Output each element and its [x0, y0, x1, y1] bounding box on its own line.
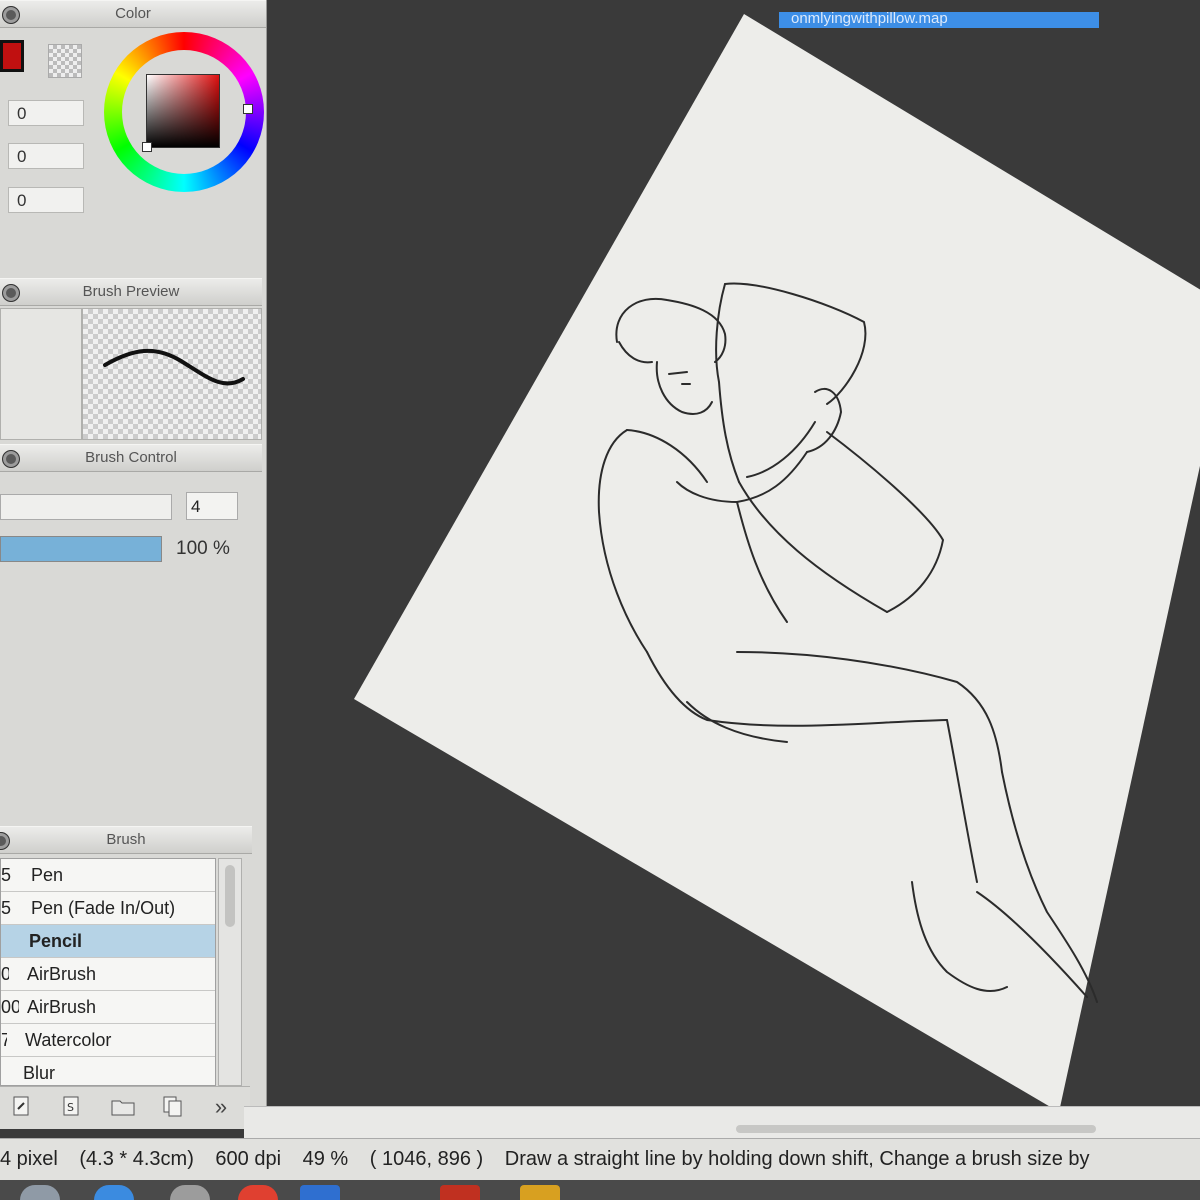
brush-item-pen-fade[interactable]: 5 Pen (Fade In/Out): [1, 892, 215, 925]
chrome-dock-icon[interactable]: [238, 1185, 278, 1200]
brush-size-slider[interactable]: [0, 494, 172, 520]
brush-toolbar: S »: [0, 1086, 250, 1129]
paper-canvas: [354, 14, 1200, 1112]
drawing-canvas[interactable]: [267, 12, 1200, 1138]
brush-item-label: Pencil: [29, 931, 83, 951]
sv-marker[interactable]: [142, 142, 152, 152]
app-dock-icon[interactable]: [170, 1185, 210, 1200]
color-panel-header: Color: [0, 0, 266, 28]
saturation-value-square[interactable]: [146, 74, 220, 148]
finder-dock-icon[interactable]: [20, 1185, 60, 1200]
brush-item-label: Blur: [23, 1063, 56, 1083]
brush-size-input[interactable]: 4: [186, 492, 238, 520]
more-icon[interactable]: »: [210, 1095, 232, 1119]
panel-toggle-icon[interactable]: [2, 284, 20, 302]
brush-density-label: 100 %: [176, 538, 230, 559]
app-dock-icon-4[interactable]: [520, 1185, 560, 1200]
status-cursor-coords: ( 1046, 896 ): [369, 1148, 484, 1170]
safari-dock-icon[interactable]: [94, 1185, 134, 1200]
app-dock-icon-2[interactable]: [300, 1185, 340, 1200]
new-brush-icon[interactable]: [10, 1095, 32, 1119]
canvas-scroll-thumb[interactable]: [736, 1125, 1096, 1133]
brush-list: 5 Pen 5 Pen (Fade In/Out) Pencil 0 AirBr…: [0, 858, 216, 1086]
brush-control-title: Brush Control: [85, 449, 177, 466]
status-zoom: 49 %: [302, 1148, 349, 1170]
brush-list-scroll-thumb[interactable]: [225, 865, 235, 927]
brush-item-size: 00: [1, 997, 19, 1017]
brush-item-label: Pen (Fade In/Out): [31, 898, 176, 918]
special-brush-icon[interactable]: S: [60, 1095, 82, 1119]
canvas-horizontal-scrollbar[interactable]: [244, 1106, 1200, 1139]
foreground-color-swatch[interactable]: [0, 40, 24, 72]
status-brush-size: 4 pixel: [0, 1148, 58, 1170]
brush-item-pencil[interactable]: Pencil: [1, 925, 215, 958]
brush-panel-title: Brush: [106, 831, 146, 848]
color-value-input-2[interactable]: 0: [8, 143, 84, 169]
document-tab[interactable]: onmlyingwithpillow.map: [779, 12, 1099, 28]
brush-density-slider[interactable]: [0, 536, 162, 562]
brush-preview-header: Brush Preview: [0, 278, 262, 306]
panel-toggle-icon[interactable]: [2, 6, 20, 24]
brush-control-header: Brush Control: [0, 444, 262, 472]
brush-dot-preview: [0, 308, 82, 440]
brush-item-airbrush-2[interactable]: 00 AirBrush: [1, 991, 215, 1024]
brush-item-watercolor[interactable]: 7 Watercolor: [1, 1024, 215, 1057]
brush-preview-title: Brush Preview: [82, 283, 180, 300]
brush-item-size: 5: [1, 898, 12, 918]
color-value-input-1[interactable]: 0: [8, 100, 84, 126]
dock: [0, 1180, 1200, 1200]
density-fill: [1, 537, 161, 561]
brush-item-size: 0: [1, 958, 9, 990]
brush-item-label: AirBrush: [27, 997, 97, 1017]
left-panel: Color 0 0 0 Brush Preview Brush Control …: [0, 0, 267, 1129]
svg-text:S: S: [67, 1101, 74, 1114]
panel-toggle-icon[interactable]: [0, 832, 10, 850]
folder-icon[interactable]: [110, 1095, 136, 1119]
brush-item-pen[interactable]: 5 Pen: [1, 859, 215, 892]
brush-item-label: AirBrush: [27, 964, 97, 984]
copy-icon[interactable]: [162, 1095, 184, 1119]
status-dimensions: (4.3 * 4.3cm): [79, 1148, 194, 1170]
app-dock-icon-3[interactable]: [440, 1185, 480, 1200]
brush-stroke-icon: [103, 348, 245, 386]
brush-item-size: 7: [1, 1024, 7, 1056]
brush-item-size: 5: [1, 865, 12, 885]
panel-toggle-icon[interactable]: [2, 450, 20, 468]
hue-marker[interactable]: [243, 104, 253, 114]
color-value-input-3[interactable]: 0: [8, 187, 84, 213]
brush-item-label: Watercolor: [25, 1030, 112, 1050]
background-color-swatch[interactable]: [48, 44, 82, 78]
brush-item-airbrush[interactable]: 0 AirBrush: [1, 958, 215, 991]
brush-item-blur[interactable]: Blur: [1, 1057, 215, 1085]
status-bar: 4 pixel (4.3 * 4.3cm) 600 dpi 49 % ( 104…: [0, 1138, 1200, 1181]
color-panel-title: Color: [115, 5, 151, 22]
brush-item-label: Pen: [31, 865, 64, 885]
status-hint: Draw a straight line by holding down shi…: [504, 1148, 1090, 1170]
brush-panel-header: Brush: [0, 826, 252, 854]
brush-stroke-preview: [82, 308, 262, 440]
brush-list-scrollbar[interactable]: [218, 858, 242, 1086]
canvas-area[interactable]: onmlyingwithpillow.map: [267, 12, 1200, 1138]
status-dpi: 600 dpi: [215, 1148, 282, 1170]
